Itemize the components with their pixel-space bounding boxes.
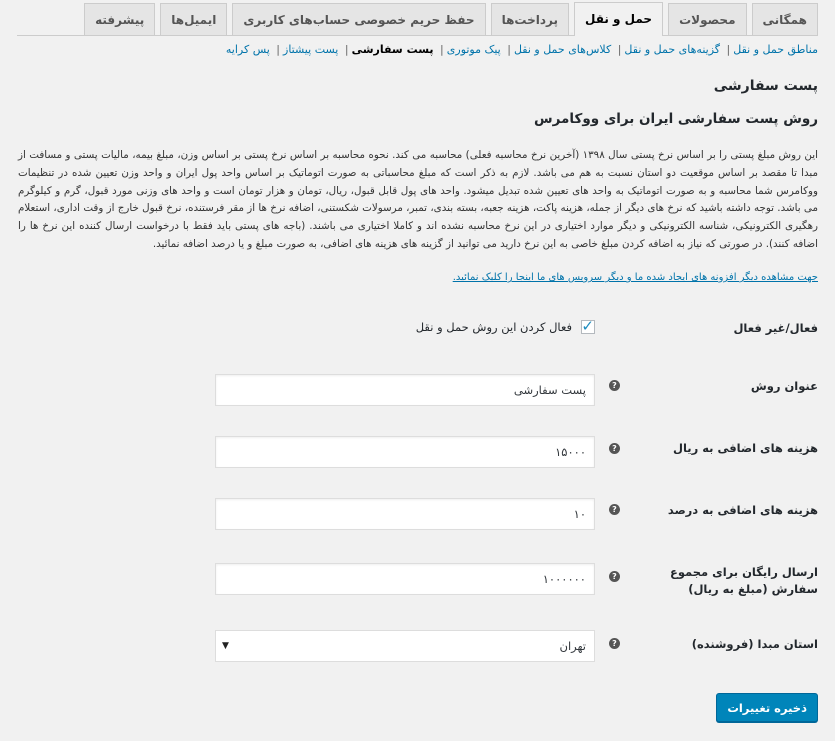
tab-payments[interactable]: پرداخت‌ها — [490, 3, 569, 35]
tab-general[interactable]: همگانی — [751, 3, 818, 35]
extra-cost-label: هزینه های اضافی به ریال — [672, 441, 818, 455]
title-input[interactable] — [215, 374, 595, 406]
title-label: عنوان روش — [750, 379, 818, 393]
subnav-separator: | — [726, 43, 731, 56]
save-changes-button[interactable]: ذخیره تغییرات — [716, 693, 818, 722]
help-icon[interactable]: ? — [609, 638, 620, 649]
tab-products[interactable]: محصولات — [668, 3, 747, 35]
subnav-shipping-options[interactable]: گزینه‌های حمل و نقل — [624, 43, 720, 56]
extra-percent-label: هزینه های اضافی به درصد — [667, 503, 818, 517]
check-icon: ✓ — [581, 317, 594, 335]
subnav-custom-post: پست سفارشی — [351, 43, 434, 56]
subnav-separator: | — [617, 43, 622, 56]
tab-shipping[interactable]: حمل و نقل — [574, 2, 664, 36]
help-icon[interactable]: ? — [609, 443, 620, 454]
help-icon[interactable]: ? — [609, 504, 620, 515]
tab-accounts-privacy[interactable]: حفظ حریم خصوصی حساب‌های کاربری — [232, 3, 486, 35]
section-title: پست سفارشی — [713, 78, 818, 94]
help-icon[interactable]: ? — [609, 571, 620, 582]
subnav-separator: | — [344, 43, 349, 56]
origin-state-value: تهران — [559, 639, 587, 653]
help-icon[interactable]: ? — [609, 380, 620, 391]
subnav-shipping-zones[interactable]: مناطق حمل و نقل — [733, 43, 818, 56]
settings-tabs: همگانی محصولات حمل و نقل پرداخت‌ها حفظ ح… — [17, 0, 818, 36]
enabled-label: فعال/غیر فعال — [733, 321, 818, 335]
free-shipping-input[interactable] — [215, 563, 595, 595]
extra-cost-input[interactable] — [215, 436, 595, 468]
extra-percent-input[interactable] — [215, 498, 595, 530]
origin-state-label: استان مبدا (فروشنده) — [691, 637, 818, 651]
subnav-separator: | — [507, 43, 511, 56]
free-shipping-label: ارسال رایگان برای مجموع سفارش (مبلغ به ر… — [669, 565, 818, 596]
subnav-separator: | — [276, 43, 281, 56]
subnav-courier[interactable]: پیک موتوری — [447, 43, 501, 56]
shipping-subnav: مناطق حمل و نقل| گزینه‌های حمل و نقل| کل… — [17, 43, 818, 56]
method-description: این روش مبلغ پستی را بر اساس نرخ پستی سا… — [18, 149, 818, 250]
subnav-shipping-classes[interactable]: کلاس‌های حمل و نقل — [514, 43, 611, 56]
enable-checkbox[interactable]: ✓ — [581, 317, 595, 335]
subnav-cod[interactable]: پس کرایه — [226, 43, 270, 56]
subnav-separator: | — [440, 43, 444, 56]
tab-emails[interactable]: ایمیل‌ها — [160, 3, 228, 35]
origin-state-select[interactable]: تهران ▼ — [215, 630, 595, 662]
chevron-down-icon: ▼ — [222, 641, 229, 651]
tab-advanced[interactable]: پیشرفته — [84, 3, 156, 35]
more-plugins-link[interactable]: جهت مشاهده دیگر افزونه های ایجاد شده ما … — [453, 272, 818, 283]
enable-checkbox-label[interactable]: فعال کردن این روش حمل و نقل — [416, 320, 572, 334]
method-title: روش پست سفارشی ایران برای ووکامرس — [534, 111, 818, 127]
subnav-express-post[interactable]: پست پیشتاز — [283, 43, 338, 56]
